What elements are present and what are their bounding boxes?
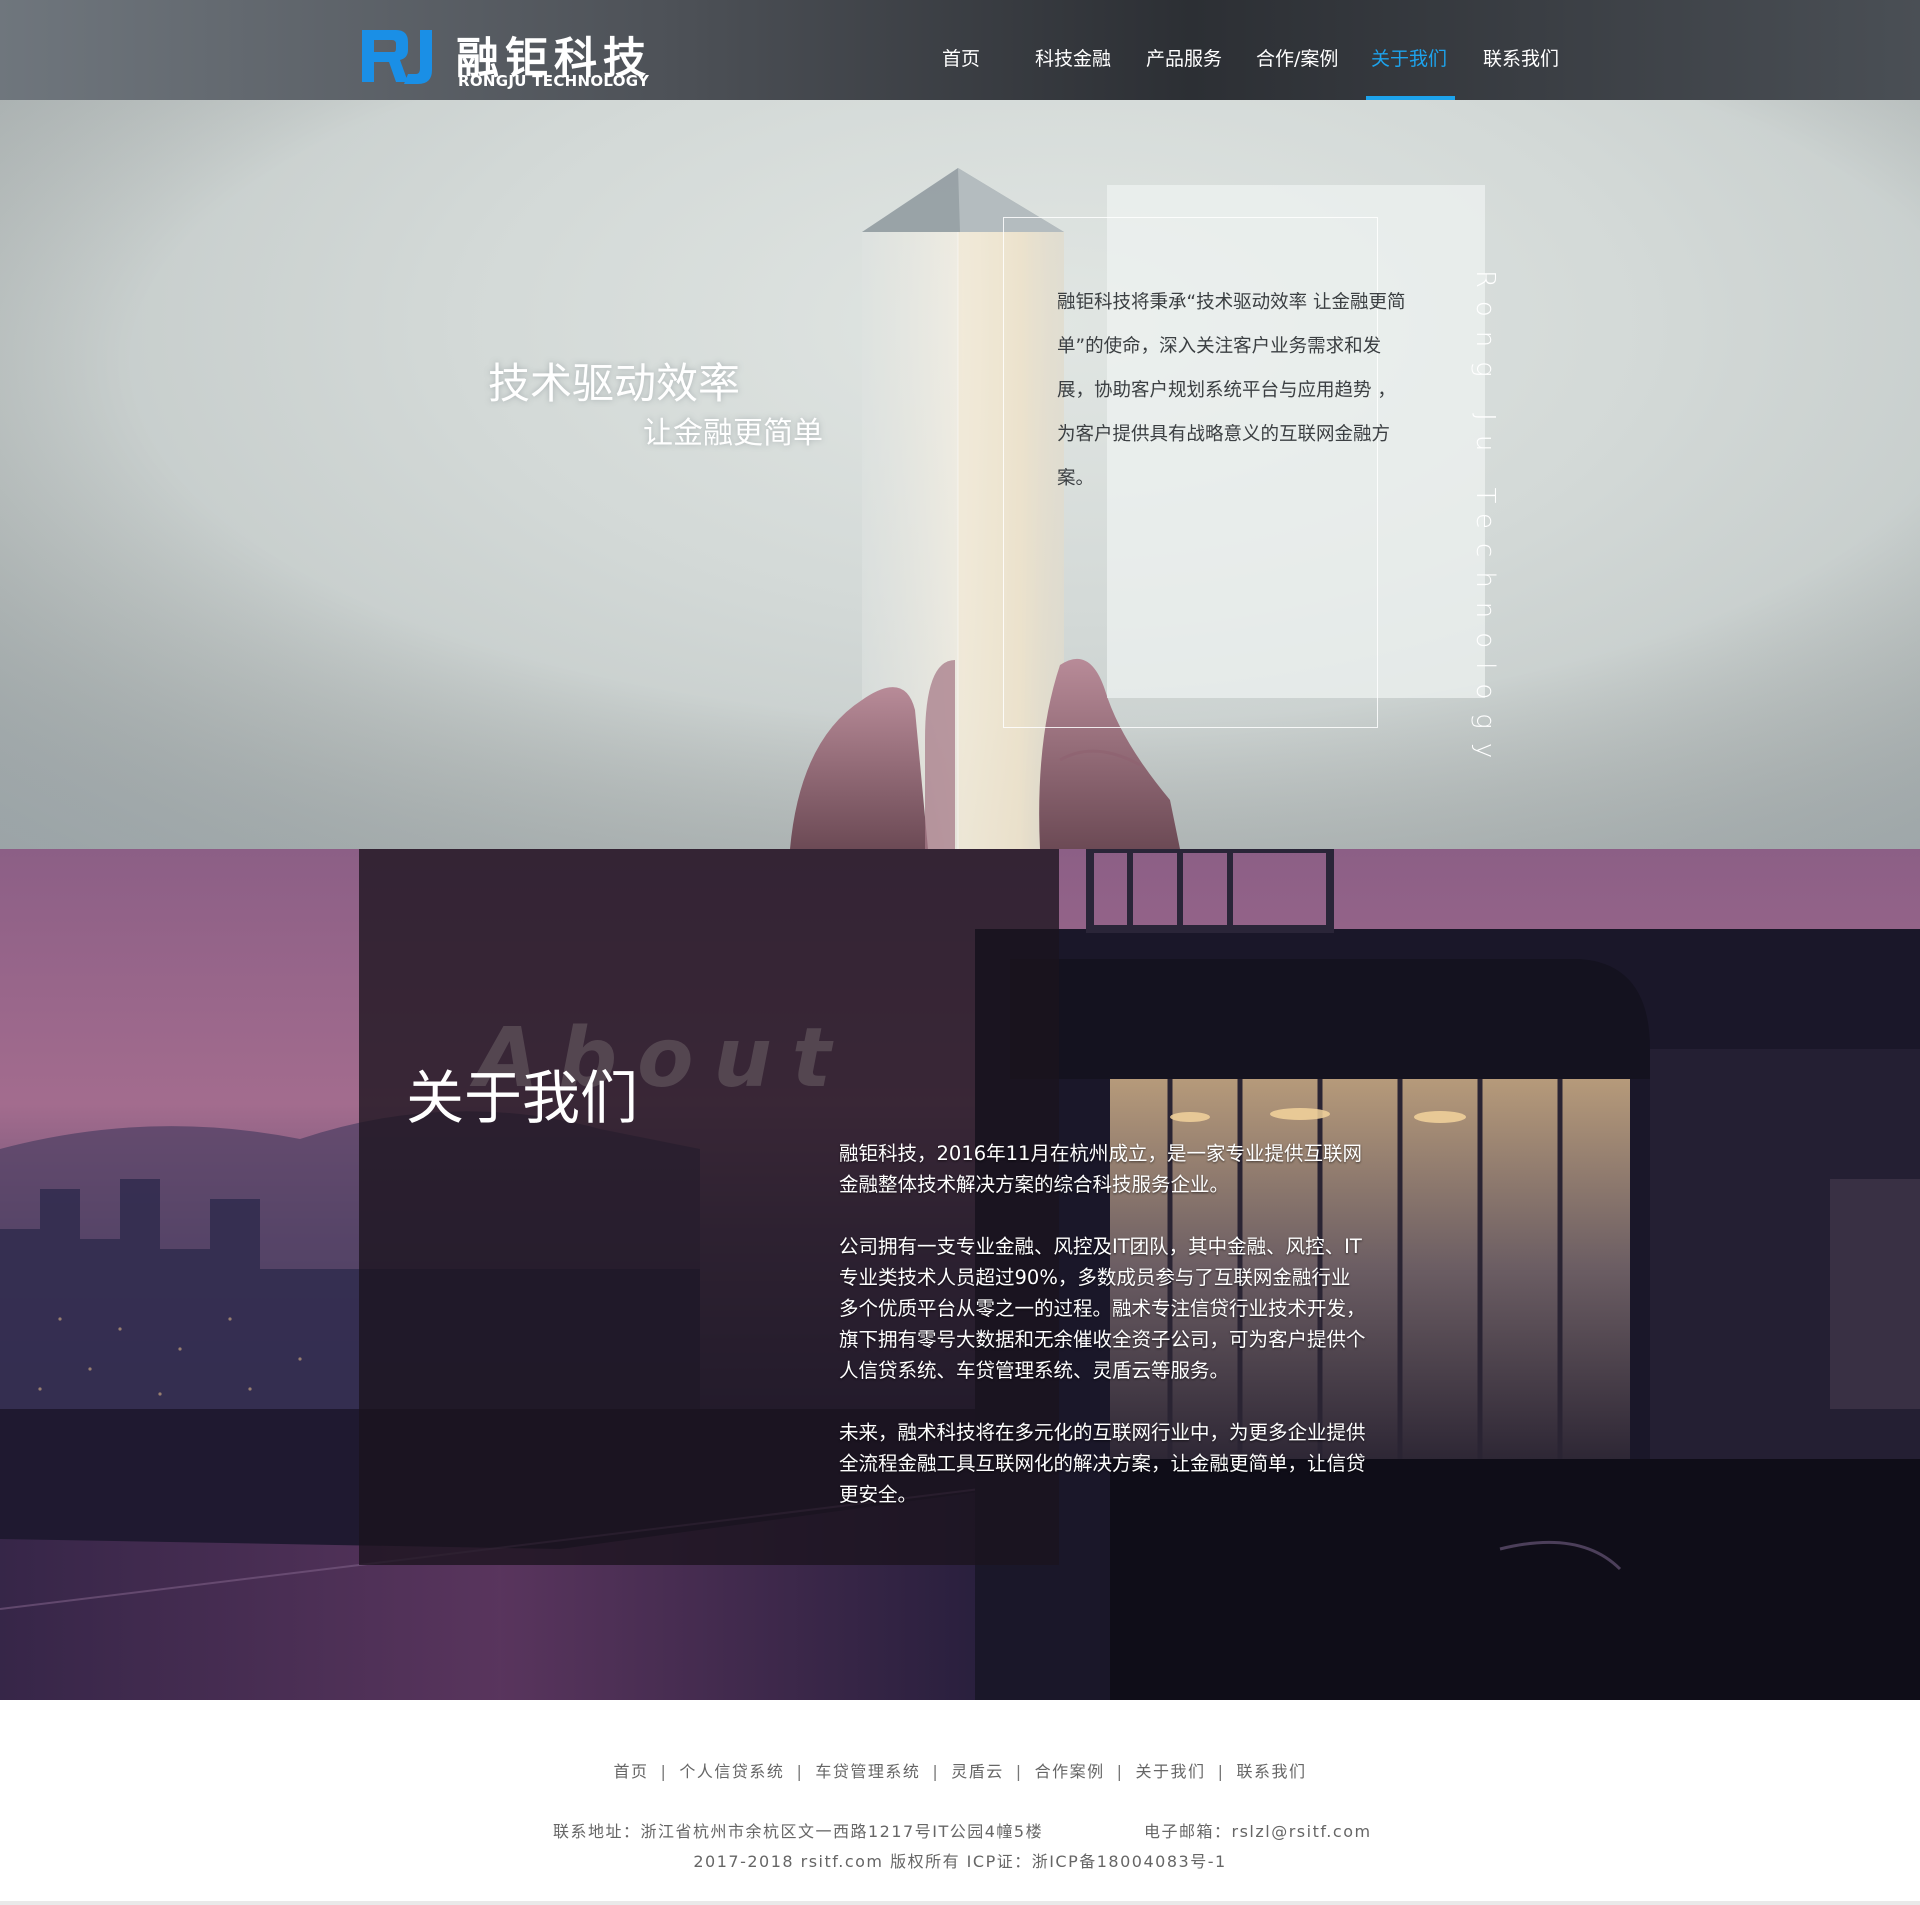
about-section: About 关于我们 融钜科技，2016年11月在杭州成立，是一家专业提供互联网…: [0, 849, 1920, 1700]
hero-banner: 技术驱动效率 让金融更简单 融钜科技将秉承“技术驱动效率 让金融更简单”的使命，…: [0, 100, 1920, 849]
nav-active-indicator: [1366, 96, 1455, 100]
footer-link-car-loan[interactable]: 车贷管理系统: [815, 1762, 920, 1781]
hero-description: 融钜科技将秉承“技术驱动效率 让金融更简单”的使命，深入关注客户业务需求和发展，…: [1057, 292, 1406, 489]
hero-slogan-main: 技术驱动效率: [488, 359, 741, 408]
about-paragraph-future: 未来，融术科技将在多元化的互联网行业中，为更多企业提供全流程金融工具互联网化的解…: [839, 1421, 1366, 1506]
footer-copyright: 2017-2018 rsitf.com 版权所有 ICP证：浙ICP备18004…: [693, 1852, 1227, 1871]
footer-links: 首页 | 个人信贷系统 | 车贷管理系统 | 灵盾云 | 合作案例 | 关于我们 | 联系我们: [0, 1758, 1920, 1782]
footer-link-cases[interactable]: 合作案例: [1035, 1762, 1105, 1781]
about-title: 关于我们: [406, 1064, 639, 1132]
footer-link-home[interactable]: 首页: [614, 1762, 649, 1781]
nav-item-home[interactable]: 首页: [942, 44, 980, 71]
footer-email: 电子邮箱：rslzl@rsitf.com: [1144, 1822, 1372, 1841]
footer-link-contact[interactable]: 联系我们: [1236, 1762, 1306, 1781]
footer-separator: |: [796, 1762, 804, 1781]
brand-name-en: RONGJU TECHNOLOGY: [458, 72, 650, 90]
footer-separator: |: [932, 1762, 940, 1781]
about-paragraph-intro: 融钜科技，2016年11月在杭州成立，是一家专业提供互联网金融整体技术解决方案的…: [839, 1142, 1362, 1196]
nav-item-about[interactable]: 关于我们: [1371, 44, 1447, 71]
rj-logo-icon: [362, 30, 432, 84]
footer-link-lingdun-cloud[interactable]: 灵盾云: [951, 1762, 1004, 1781]
nav-item-cases[interactable]: 合作/案例: [1256, 44, 1338, 71]
hero-crystal-image: [0, 100, 1920, 849]
footer-separator: |: [660, 1762, 668, 1781]
footer-separator: |: [1116, 1762, 1124, 1781]
hero-vertical-english: Rong Ju Technology: [1470, 270, 1500, 773]
site-footer: 首页 | 个人信贷系统 | 车贷管理系统 | 灵盾云 | 合作案例 | 关于我们 | 联系我们 联系地址…: [0, 1700, 1920, 1905]
nav-item-contact[interactable]: 联系我们: [1483, 44, 1559, 71]
hero-slogan-sub: 让金融更简单: [643, 416, 823, 451]
nav-item-fintech[interactable]: 科技金融: [1035, 44, 1111, 71]
footer-address: 联系地址：浙江省杭州市余杭区文一西路1217号IT公园4幢5楼: [553, 1822, 1044, 1841]
about-paragraph-team: 公司拥有一支专业金融、风控及IT团队，其中金融、风控、IT专业类技术人员超过90…: [839, 1235, 1366, 1382]
footer-separator: |: [1015, 1762, 1023, 1781]
footer-link-personal-credit[interactable]: 个人信贷系统: [679, 1762, 784, 1781]
footer-separator: |: [1217, 1762, 1225, 1781]
nav-item-products[interactable]: 产品服务: [1146, 44, 1222, 71]
footer-link-about[interactable]: 关于我们: [1136, 1762, 1206, 1781]
site-header: 融钜科技 RONGJU TECHNOLOGY 首页 科技金融 产品服务 合作/案…: [0, 0, 1920, 100]
footer-bottom-divider: [0, 1901, 1920, 1905]
